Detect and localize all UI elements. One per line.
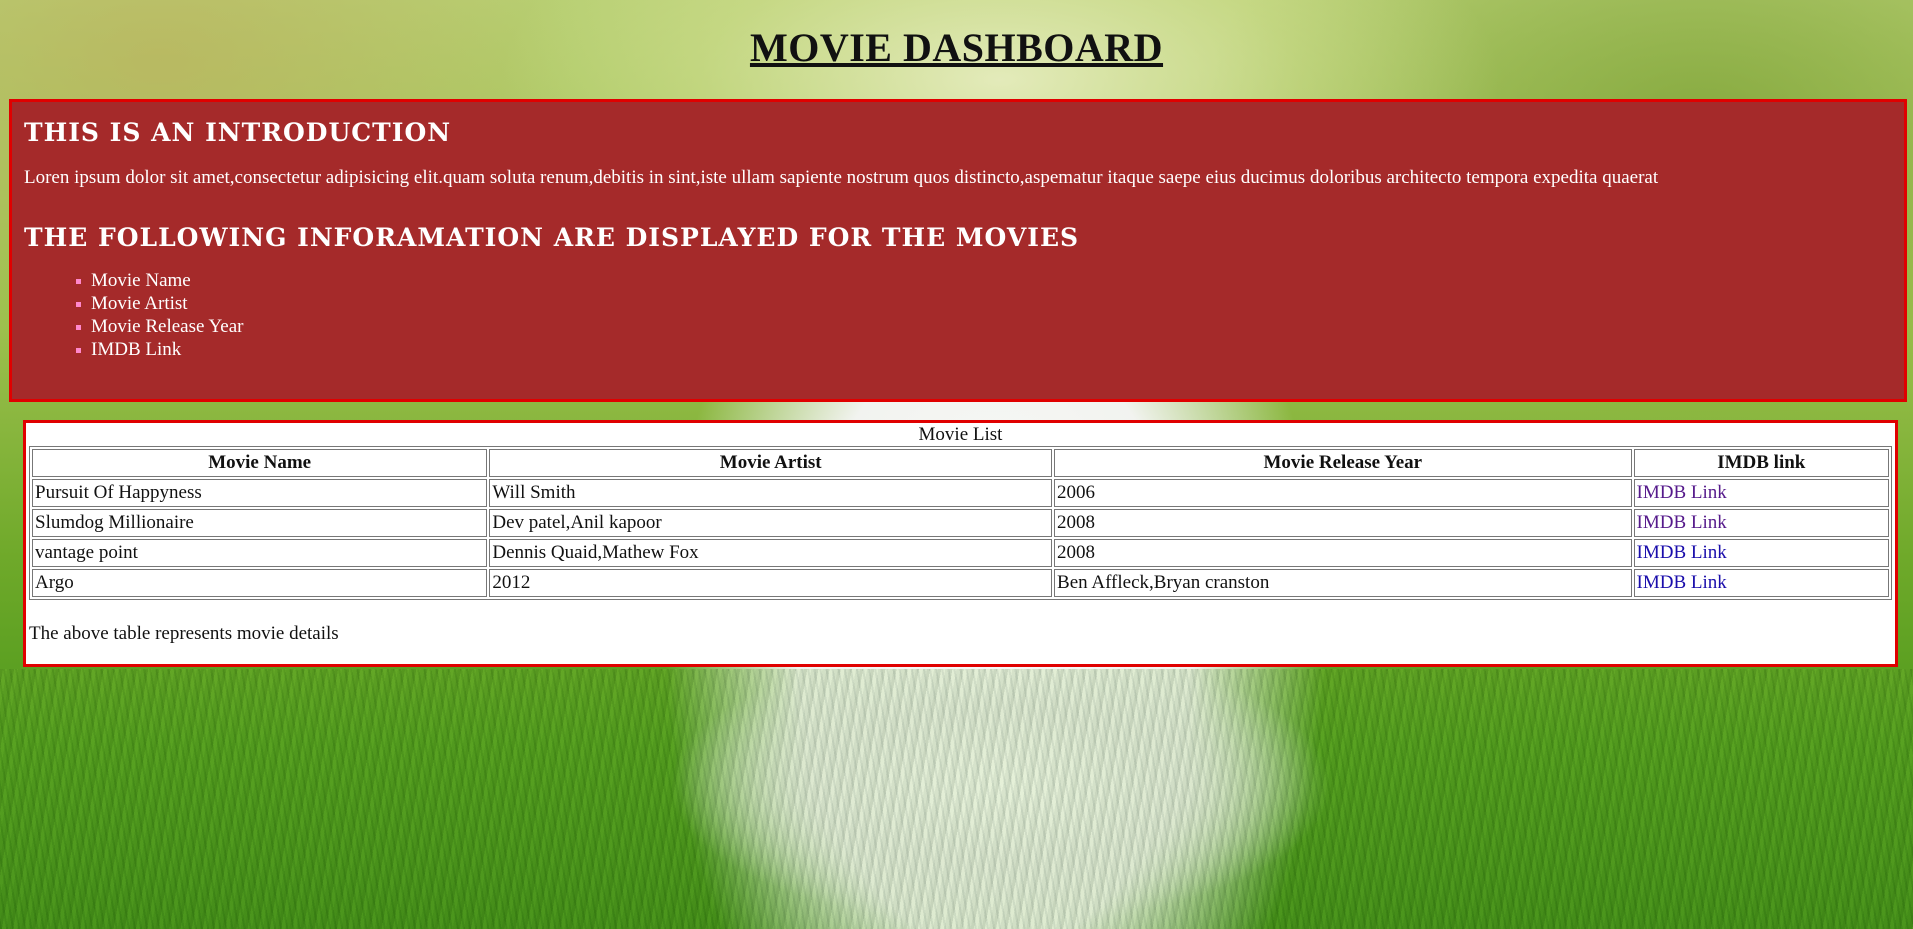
cell-movie-name: Argo <box>32 569 488 597</box>
cell-imdb: IMDB Link <box>1633 539 1889 567</box>
imdb-link[interactable]: IMDB Link <box>1637 512 1727 533</box>
list-item-label: IMDB Link <box>91 339 182 360</box>
table-row: Slumdog Millionaire Dev patel,Anil kapoo… <box>32 509 1889 537</box>
table-caption: Movie List <box>918 424 1003 445</box>
imdb-link[interactable]: IMDB Link <box>1637 482 1727 503</box>
imdb-link[interactable]: IMDB Link <box>1637 572 1727 593</box>
table-row: Argo 2012 Ben Affleck,Bryan cranston IMD… <box>32 569 1889 597</box>
movie-table-section: Movie List Movie Name Movie Artist Movie… <box>23 420 1898 667</box>
cell-release-year: 2008 <box>1054 509 1632 537</box>
info-heading: THE FOLLOWING INFORAMATION ARE DISPLAYED… <box>24 223 1080 252</box>
table-header-row: Movie Name Movie Artist Movie Release Ye… <box>32 449 1889 477</box>
table-row: vantage point Dennis Quaid,Mathew Fox 20… <box>32 539 1889 567</box>
list-item: Movie Name <box>76 269 1892 292</box>
bullet-icon <box>76 348 81 353</box>
header-movie-name: Movie Name <box>32 449 488 477</box>
list-item-label: Movie Name <box>91 270 191 291</box>
table-footer-text: The above table represents movie details <box>29 623 339 644</box>
info-list: Movie Name Movie Artist Movie Release Ye… <box>24 269 1892 361</box>
cell-release-year: 2008 <box>1054 539 1632 567</box>
list-item: Movie Artist <box>76 292 1892 315</box>
table-row: Pursuit Of Happyness Will Smith 2006 IMD… <box>32 479 1889 507</box>
bullet-icon <box>76 325 81 330</box>
cell-release-year: Ben Affleck,Bryan cranston <box>1054 569 1632 597</box>
imdb-link[interactable]: IMDB Link <box>1637 542 1727 563</box>
list-item-label: Movie Release Year <box>91 316 244 337</box>
cell-imdb: IMDB Link <box>1633 509 1889 537</box>
intro-paragraph: Loren ipsum dolor sit amet,consectetur a… <box>24 167 1659 188</box>
list-item-label: Movie Artist <box>91 293 188 314</box>
header-movie-artist: Movie Artist <box>489 449 1053 477</box>
cell-imdb: IMDB Link <box>1633 479 1889 507</box>
page-title: MOVIE DASHBOARD <box>749 25 1164 70</box>
cell-movie-name: vantage point <box>32 539 488 567</box>
bullet-icon <box>76 302 81 307</box>
intro-section: THIS IS AN INTRODUCTION Loren ipsum dolo… <box>9 99 1907 402</box>
intro-heading: THIS IS AN INTRODUCTION <box>24 118 452 147</box>
header-release-year: Movie Release Year <box>1054 449 1632 477</box>
cell-movie-name: Slumdog Millionaire <box>32 509 488 537</box>
cell-movie-artist: Will Smith <box>489 479 1053 507</box>
list-item: Movie Release Year <box>76 315 1892 338</box>
background-grass <box>0 669 1913 929</box>
cell-imdb: IMDB Link <box>1633 569 1889 597</box>
cell-movie-artist: Dennis Quaid,Mathew Fox <box>489 539 1053 567</box>
list-item: IMDB Link <box>76 338 1892 361</box>
cell-release-year: 2006 <box>1054 479 1632 507</box>
header-imdb-link: IMDB link <box>1633 449 1889 477</box>
cell-movie-artist: Dev patel,Anil kapoor <box>489 509 1053 537</box>
cell-movie-artist: 2012 <box>489 569 1053 597</box>
movie-table: Movie Name Movie Artist Movie Release Ye… <box>29 446 1892 600</box>
cell-movie-name: Pursuit Of Happyness <box>32 479 488 507</box>
bullet-icon <box>76 279 81 284</box>
